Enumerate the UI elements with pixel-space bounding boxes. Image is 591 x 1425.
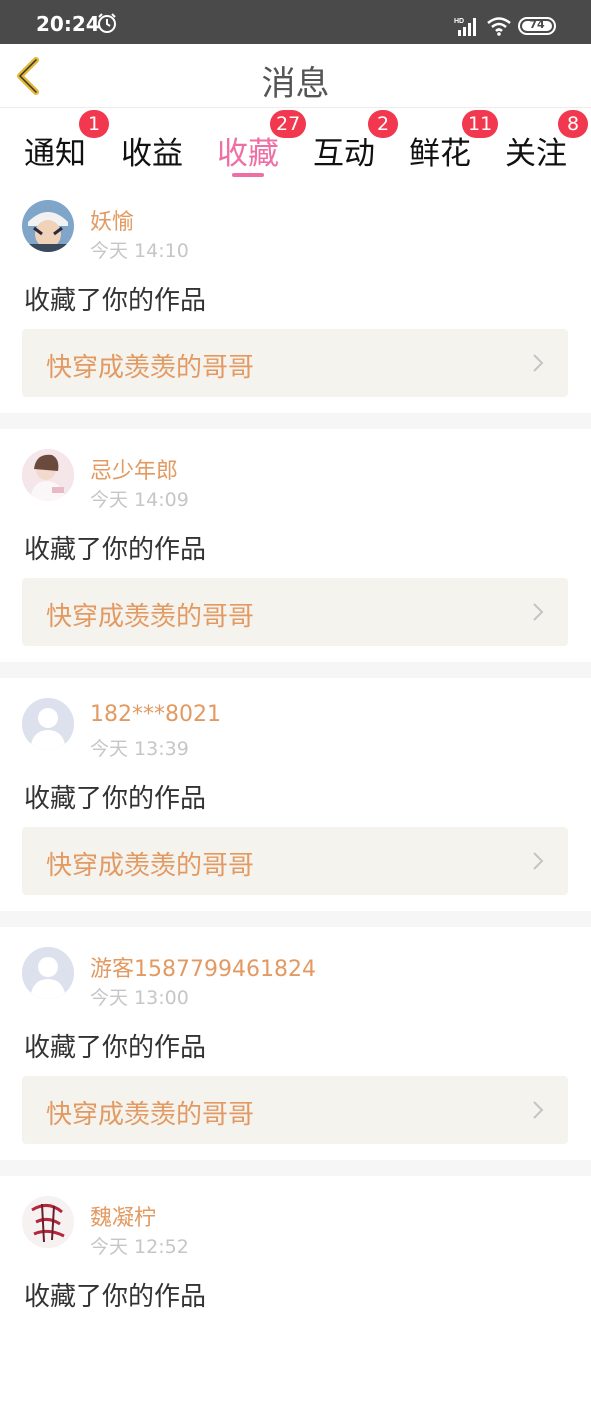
chevron-right-icon — [533, 603, 544, 621]
tab-notifications[interactable]: 通知 1 — [7, 110, 109, 176]
svg-text:HD: HD — [454, 18, 464, 25]
default-avatar[interactable] — [22, 947, 74, 999]
tab-bar: 通知 1 收益 收藏 27 互动 2 鲜花 11 关注 8 — [0, 108, 591, 177]
message-time: 今天 14:09 — [90, 489, 189, 511]
chevron-right-icon — [533, 1101, 544, 1119]
message-action: 收藏了你的作品 — [24, 1282, 207, 1312]
message-action: 收藏了你的作品 — [24, 784, 207, 814]
message-action: 收藏了你的作品 — [24, 286, 207, 316]
message-action: 收藏了你的作品 — [24, 1033, 207, 1063]
work-title: 快穿成羡羡的哥哥 — [46, 1100, 255, 1130]
tab-badge: 8 — [558, 110, 588, 138]
battery-level: 74 — [529, 18, 545, 31]
work-title: 快穿成羡羡的哥哥 — [46, 602, 255, 632]
username[interactable]: 游客1587799461824 — [90, 951, 316, 983]
signal-icon: HD — [454, 18, 476, 36]
username[interactable]: 妖愉 — [90, 204, 134, 236]
battery-icon: 74 — [518, 17, 556, 35]
message-card: 魏凝柠 今天 12:52 收藏了你的作品 — [0, 1176, 591, 1425]
username[interactable]: 182***8021 — [90, 702, 221, 727]
card-divider — [0, 1160, 591, 1176]
chevron-right-icon — [533, 852, 544, 870]
nav-bar: 消息 — [0, 44, 591, 108]
work-link[interactable]: 快穿成羡羡的哥哥 — [22, 329, 568, 397]
work-title: 快穿成羡羡的哥哥 — [46, 851, 255, 881]
card-divider — [0, 413, 591, 429]
default-avatar[interactable] — [22, 698, 74, 750]
alarm-icon — [98, 13, 116, 33]
message-card: 游客1587799461824 今天 13:00 收藏了你的作品 快穿成羡羡的哥… — [0, 927, 591, 1176]
chevron-right-icon — [533, 354, 544, 372]
card-divider — [0, 662, 591, 678]
tab-earnings[interactable]: 收益 — [104, 116, 200, 176]
work-title: 快穿成羡羡的哥哥 — [46, 353, 255, 383]
tab-flowers[interactable]: 鲜花 11 — [392, 110, 499, 176]
message-time: 今天 13:39 — [90, 738, 189, 760]
calligraphy-avatar[interactable] — [22, 1196, 74, 1248]
username[interactable]: 魏凝柠 — [90, 1200, 156, 1232]
message-action: 收藏了你的作品 — [24, 535, 207, 565]
message-card: 妖愉 今天 14:10 收藏了你的作品 快穿成羡羡的哥哥 — [0, 180, 591, 429]
message-time: 今天 14:10 — [90, 240, 189, 262]
message-card: 182***8021 今天 13:39 收藏了你的作品 快穿成羡羡的哥哥 — [0, 678, 591, 927]
work-link[interactable]: 快穿成羡羡的哥哥 — [22, 827, 568, 895]
page-title: 消息 — [261, 64, 330, 104]
username[interactable]: 忌少年郎 — [90, 453, 178, 485]
wifi-icon — [487, 17, 511, 36]
tab-follows[interactable]: 关注 8 — [488, 110, 588, 176]
status-bar: 20:24 HD 74 — [0, 0, 591, 44]
anime-boy-avatar[interactable] — [22, 200, 74, 252]
girl-photo-avatar[interactable] — [22, 449, 74, 501]
card-divider — [0, 911, 591, 927]
status-time: 20:24 — [36, 12, 100, 36]
work-link[interactable]: 快穿成羡羡的哥哥 — [22, 578, 568, 646]
tab-label: 收益 — [121, 136, 183, 172]
message-time: 今天 12:52 — [90, 1236, 189, 1258]
tab-favorites[interactable]: 收藏 27 — [200, 110, 307, 177]
active-tab-indicator — [232, 173, 264, 177]
message-card: 忌少年郎 今天 14:09 收藏了你的作品 快穿成羡羡的哥哥 — [0, 429, 591, 678]
message-list: 妖愉 今天 14:10 收藏了你的作品 快穿成羡羡的哥哥 忌少年郎 今天 14:… — [0, 180, 591, 1425]
tab-interactions[interactable]: 互动 2 — [296, 110, 398, 176]
work-link[interactable]: 快穿成羡羡的哥哥 — [22, 1076, 568, 1144]
message-time: 今天 13:00 — [90, 987, 189, 1009]
